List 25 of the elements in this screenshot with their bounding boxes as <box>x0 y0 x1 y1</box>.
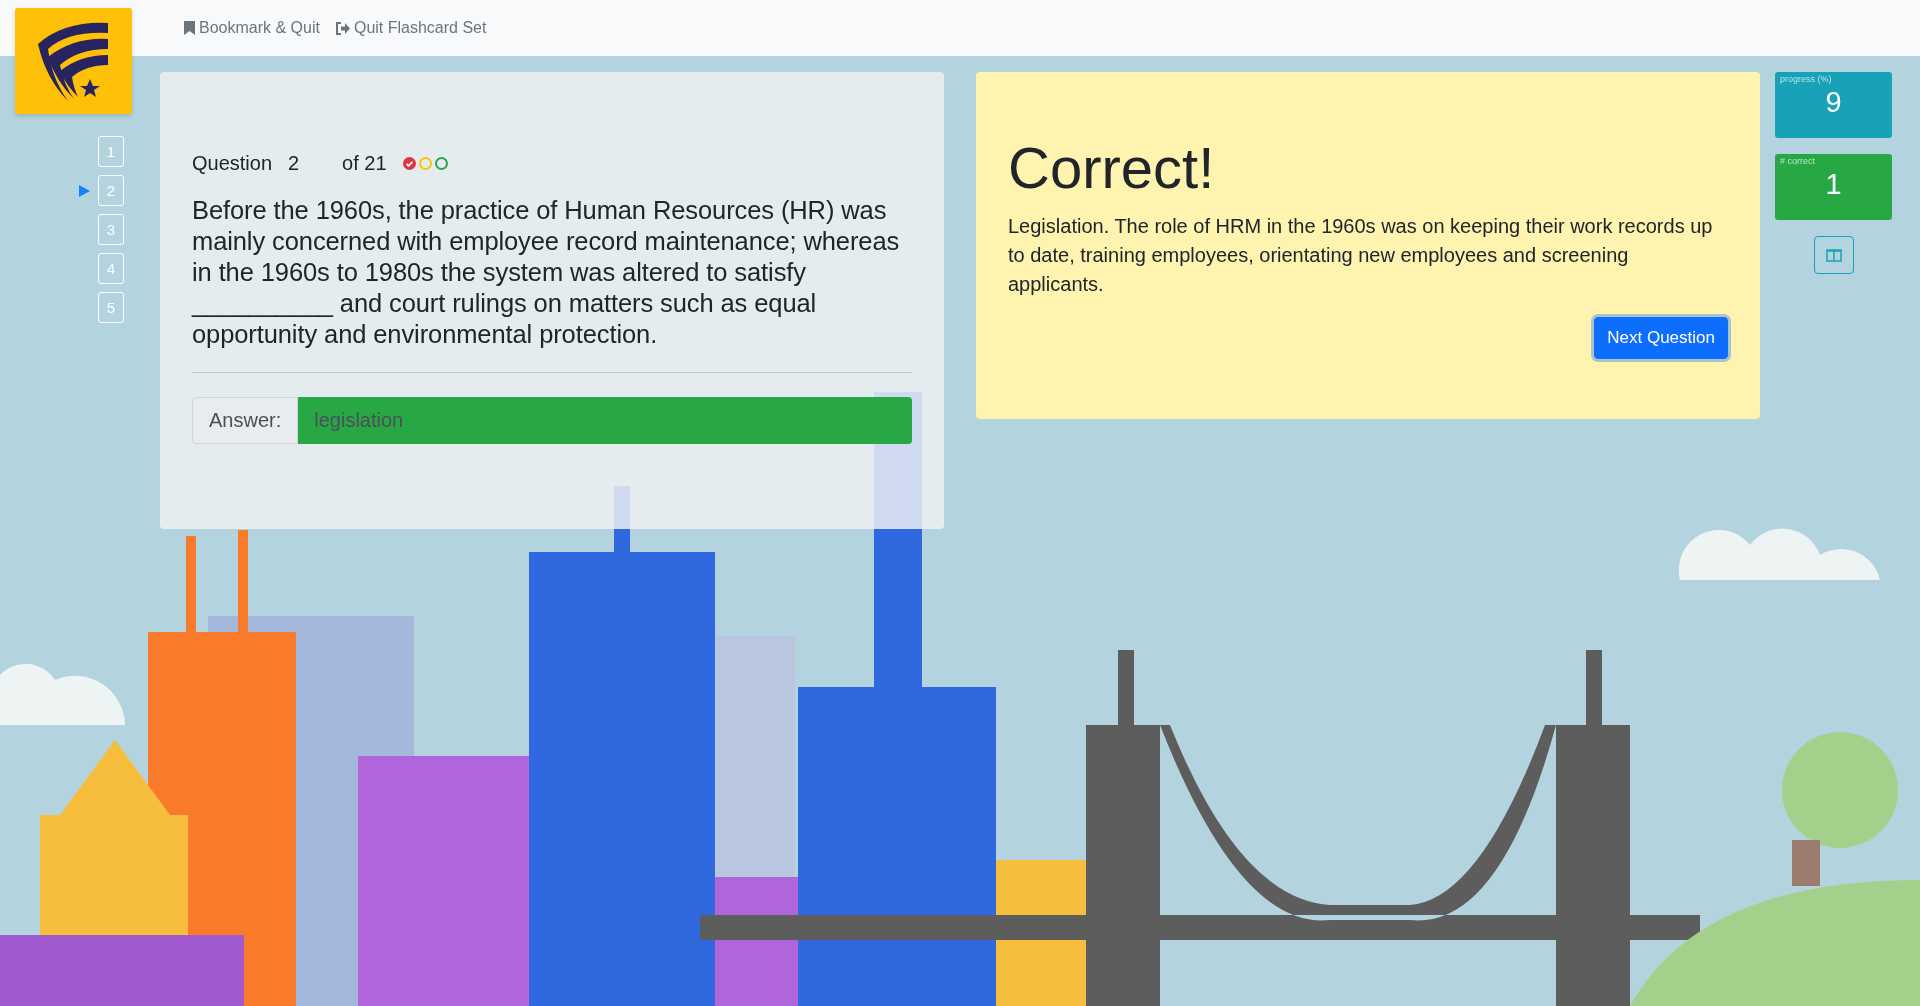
question-number-button[interactable]: 1 <box>98 136 124 167</box>
answer-label: Answer: <box>192 397 299 444</box>
exit-icon <box>335 21 350 35</box>
question-number: 2 <box>288 152 301 175</box>
question-number-button[interactable]: 4 <box>98 253 124 284</box>
result-title: Correct! <box>1008 136 1216 200</box>
question-number-button[interactable]: 3 <box>98 214 124 245</box>
stat-value: 9 <box>1824 85 1843 120</box>
stat-label: progress (%) <box>1780 74 1833 84</box>
question-label: Question <box>192 152 273 175</box>
answer-field[interactable]: legislation <box>298 397 912 444</box>
columns-icon <box>1825 248 1842 262</box>
quit-set-link[interactable]: Quit Flashcard Set <box>335 19 487 37</box>
question-total: of 21 <box>342 152 387 175</box>
stat-label: # correct <box>1780 156 1816 166</box>
question-text: Before the 1960s, the practice of Human Resources (HR) was mainly concerned with employee record maintenance; whereas in the 1960s to 1980s the system was altered to satisfy __________ and court rulings on matters such as equal opportunity and environmental protection. <box>192 195 901 350</box>
question-number-button[interactable]: 5 <box>98 292 124 323</box>
bookmark-icon <box>184 21 195 35</box>
bookmark-quit-link[interactable]: Bookmark & Quit <box>184 19 320 37</box>
question-number-button[interactable]: 2 <box>98 175 124 206</box>
stat-value: 1 <box>1824 167 1843 202</box>
explanation-text: Legislation. The role of HRM in the 1960s was on keeping their work records up to date, training employees, orientating new employees and screening applicants. <box>1008 213 1714 297</box>
logo[interactable] <box>15 8 132 114</box>
layout-toggle-button[interactable] <box>1813 236 1854 274</box>
next-question-button[interactable]: Next Question <box>1594 316 1728 359</box>
